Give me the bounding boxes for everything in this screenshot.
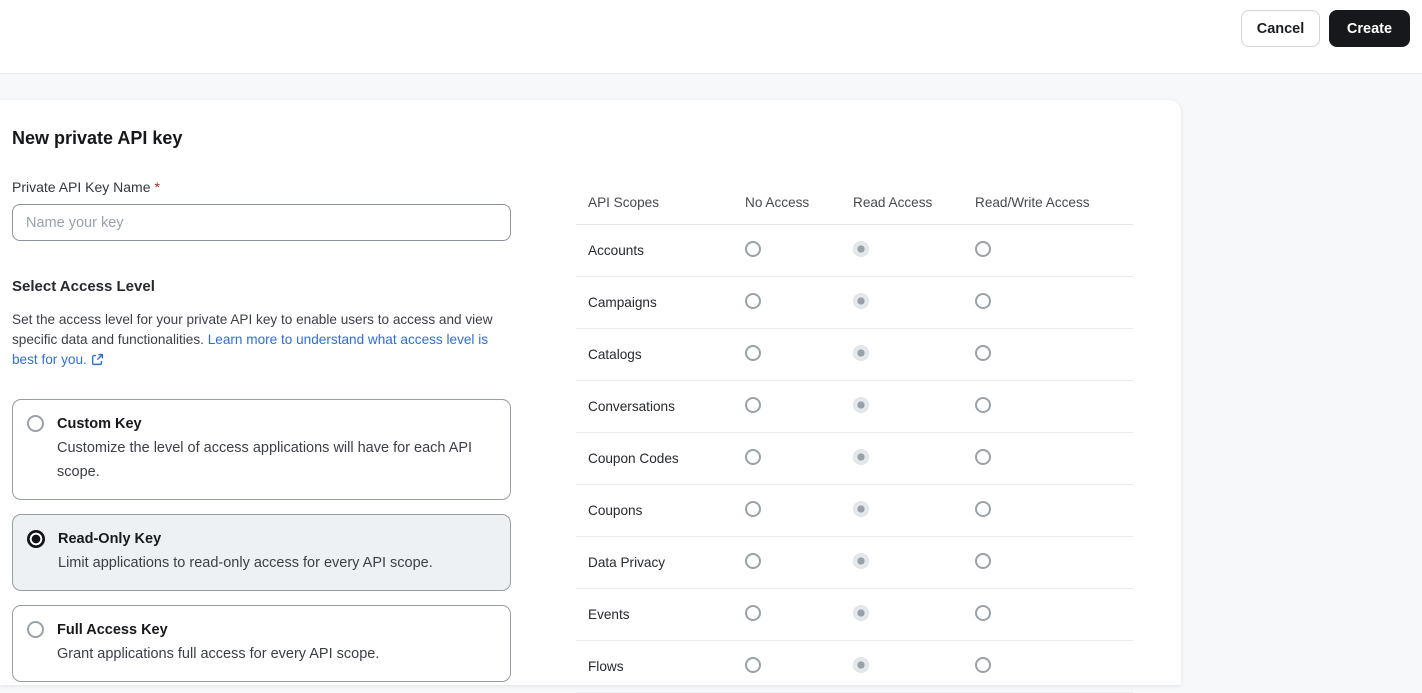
access-level-description: Set the access level for your private AP… bbox=[12, 312, 493, 367]
access-level-option[interactable]: Full Access Key Grant applications full … bbox=[12, 605, 511, 682]
access-level-heading: Select Access Level bbox=[12, 278, 155, 295]
scope-radio-no-access[interactable] bbox=[745, 241, 761, 257]
scope-radio-read-access[interactable] bbox=[853, 397, 869, 413]
column-header-no-access: No Access bbox=[745, 195, 810, 210]
scope-radio-no-access[interactable] bbox=[745, 397, 761, 413]
scope-radio-read-write-access[interactable] bbox=[975, 241, 991, 257]
scope-radio-read-write-access[interactable] bbox=[975, 293, 991, 309]
scope-radio-read-access[interactable] bbox=[853, 553, 869, 569]
create-button[interactable]: Create bbox=[1329, 10, 1410, 47]
scope-radio-read-access[interactable] bbox=[853, 241, 869, 257]
scope-label: Accounts bbox=[588, 243, 644, 258]
column-header-api-scopes: API Scopes bbox=[588, 195, 660, 210]
scope-radio-read-access[interactable] bbox=[853, 657, 869, 673]
scope-label: Conversations bbox=[588, 399, 675, 414]
scope-radio-read-access[interactable] bbox=[853, 293, 869, 309]
scope-row: Flows bbox=[576, 641, 1133, 693]
scope-radio-read-write-access[interactable] bbox=[975, 657, 991, 673]
required-asterisk: * bbox=[154, 179, 160, 195]
scope-label: Coupon Codes bbox=[588, 451, 679, 466]
scope-row: Catalogs bbox=[576, 329, 1133, 381]
key-settings-column: New private API key Private API Key Name… bbox=[12, 100, 511, 682]
access-level-options: Custom Key Customize the level of access… bbox=[12, 399, 511, 682]
scope-radio-read-access[interactable] bbox=[853, 345, 869, 361]
scope-label: Events bbox=[588, 607, 630, 622]
api-key-name-input[interactable] bbox=[12, 204, 511, 241]
scope-radio-read-write-access[interactable] bbox=[975, 553, 991, 569]
scope-radio-read-access[interactable] bbox=[853, 501, 869, 517]
scopes-table-body: Accounts Campaigns Catalogs Conversation… bbox=[576, 225, 1133, 693]
scope-row: Coupons bbox=[576, 485, 1133, 537]
scope-radio-read-write-access[interactable] bbox=[975, 605, 991, 621]
scope-label: Data Privacy bbox=[588, 555, 666, 570]
scope-label: Flows bbox=[588, 659, 624, 674]
scope-radio-no-access[interactable] bbox=[745, 449, 761, 465]
external-link-icon bbox=[91, 353, 103, 366]
scope-radio-no-access[interactable] bbox=[745, 657, 761, 673]
scope-radio-no-access[interactable] bbox=[745, 345, 761, 361]
option-description: Limit applications to read-only access f… bbox=[58, 555, 433, 571]
scope-row: Coupon Codes bbox=[576, 433, 1133, 485]
new-private-api-key-panel: New private API key Private API Key Name… bbox=[0, 100, 1181, 693]
option-title: Full Access Key bbox=[57, 622, 168, 638]
option-description: Customize the level of access applicatio… bbox=[57, 440, 473, 480]
topbar: Cancel Create bbox=[0, 0, 1422, 74]
scope-label: Coupons bbox=[588, 503, 643, 518]
scope-radio-no-access[interactable] bbox=[745, 553, 761, 569]
page-title: New private API key bbox=[12, 128, 183, 148]
scope-radio-read-write-access[interactable] bbox=[975, 397, 991, 413]
scope-row: Events bbox=[576, 589, 1133, 641]
scope-row: Accounts bbox=[576, 225, 1133, 277]
column-header-read-write-access: Read/Write Access bbox=[975, 195, 1090, 210]
scope-row: Conversations bbox=[576, 381, 1133, 433]
scope-radio-read-write-access[interactable] bbox=[975, 501, 991, 517]
option-title: Read-Only Key bbox=[58, 531, 162, 547]
scope-row: Data Privacy bbox=[576, 537, 1133, 589]
option-title: Custom Key bbox=[57, 416, 142, 432]
scope-row: Campaigns bbox=[576, 277, 1133, 329]
access-level-option[interactable]: Read-Only Key Limit applications to read… bbox=[12, 514, 511, 591]
scopes-table-header: API Scopes No Access Read Access Read/Wr… bbox=[576, 188, 1133, 225]
scope-radio-read-write-access[interactable] bbox=[975, 449, 991, 465]
scope-radio-no-access[interactable] bbox=[745, 605, 761, 621]
option-description: Grant applications full access for every… bbox=[57, 646, 380, 662]
access-level-option[interactable]: Custom Key Customize the level of access… bbox=[12, 399, 511, 500]
scope-radio-read-access[interactable] bbox=[853, 449, 869, 465]
scope-radio-read-write-access[interactable] bbox=[975, 345, 991, 361]
api-key-name-label: Private API Key Name * bbox=[12, 179, 160, 195]
cancel-button[interactable]: Cancel bbox=[1241, 10, 1320, 47]
access-level-radio[interactable] bbox=[27, 621, 44, 638]
scope-label: Campaigns bbox=[588, 295, 657, 310]
scope-radio-no-access[interactable] bbox=[745, 293, 761, 309]
access-level-radio[interactable] bbox=[27, 415, 44, 432]
scope-radio-no-access[interactable] bbox=[745, 501, 761, 517]
api-scopes-table: API Scopes No Access Read Access Read/Wr… bbox=[576, 188, 1133, 693]
column-header-read-access: Read Access bbox=[853, 195, 933, 210]
scope-radio-read-access[interactable] bbox=[853, 605, 869, 621]
access-level-radio[interactable] bbox=[27, 530, 45, 548]
scope-label: Catalogs bbox=[588, 347, 642, 362]
